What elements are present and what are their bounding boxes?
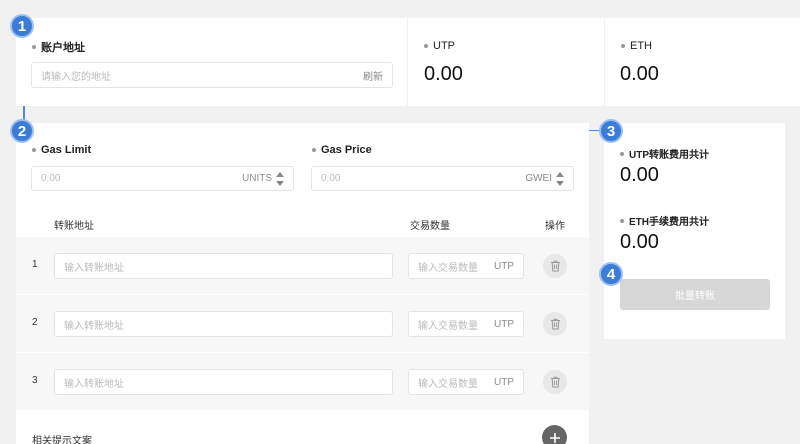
eth-balance-card: ETH 0.00 (605, 18, 800, 106)
transfer-address-input[interactable]: 输入转账地址 (54, 253, 393, 279)
batch-transfer-button[interactable]: 批量转账 (620, 279, 770, 310)
gas-price-label: Gas Price (312, 144, 372, 156)
step-marker-1: 1 (10, 14, 34, 38)
row-index: 1 (32, 259, 38, 270)
account-card: 账户地址 请输入您的地址 刷新 (16, 18, 407, 106)
trash-icon (550, 376, 560, 388)
amount-unit: UTP (494, 318, 514, 330)
utp-balance-value: 0.00 (424, 63, 463, 85)
step-marker-2: 2 (10, 119, 34, 143)
utp-fee-label: UTP转账费用共计 (620, 146, 709, 161)
transfer-form-card: Gas Limit 0.00 UNITS Gas Price 0.00 GWEI… (16, 123, 589, 444)
bullet-dot (621, 44, 625, 48)
delete-row-button[interactable] (543, 312, 567, 336)
delete-row-button[interactable] (543, 370, 567, 394)
column-amount: 交易数量 (410, 221, 450, 232)
row-index: 3 (32, 375, 38, 386)
bullet-dot (620, 151, 624, 156)
trash-icon (550, 260, 560, 272)
table-header: 转账地址 交易数量 操作 (16, 211, 589, 233)
gas-limit-input[interactable]: 0.00 UNITS (31, 166, 294, 191)
utp-balance-card: UTP 0.00 (408, 18, 604, 106)
stepper-icon[interactable] (556, 171, 564, 186)
utp-balance-label: UTP (424, 40, 455, 52)
bullet-dot (32, 148, 36, 152)
fees-summary-card: UTP转账费用共计 0.00 ETH手续费用共计 0.00 批量转账 (604, 123, 785, 339)
trash-icon (550, 318, 560, 330)
refresh-link[interactable]: 刷新 (363, 68, 383, 83)
add-row-button[interactable] (542, 425, 567, 444)
gas-limit-unit: UNITS (242, 173, 272, 184)
transfer-amount-input[interactable]: 输入交易数量 UTP (408, 253, 524, 279)
plus-icon (549, 432, 560, 443)
transfer-address-input[interactable]: 输入转账地址 (54, 369, 393, 395)
account-label: 账户地址 (32, 39, 85, 55)
eth-fee-value: 0.00 (620, 231, 659, 253)
gas-price-unit: GWEI (525, 173, 552, 184)
eth-fee-label: ETH手续费用共计 (620, 213, 709, 228)
eth-balance-label: ETH (621, 40, 652, 52)
table-row: 1 输入转账地址 输入交易数量 UTP (16, 236, 589, 294)
step-marker-4: 4 (599, 262, 623, 286)
account-address-placeholder: 请输入您的地址 (41, 71, 111, 83)
gas-limit-placeholder: 0.00 (41, 173, 61, 184)
table-row: 2 输入转账地址 输入交易数量 UTP (16, 294, 589, 352)
account-address-input[interactable]: 请输入您的地址 刷新 (31, 62, 393, 88)
gas-price-input[interactable]: 0.00 GWEI (311, 166, 574, 191)
bullet-dot (424, 44, 428, 48)
bullet-dot (620, 218, 624, 223)
utp-fee-value: 0.00 (620, 164, 659, 186)
gas-price-placeholder: 0.00 (321, 173, 341, 184)
row-index: 2 (32, 317, 38, 328)
amount-unit: UTP (494, 376, 514, 388)
bullet-dot (32, 45, 36, 49)
eth-balance-value: 0.00 (620, 63, 659, 85)
gas-limit-label: Gas Limit (32, 144, 91, 156)
transfer-amount-input[interactable]: 输入交易数量 UTP (408, 311, 524, 337)
bullet-dot (312, 148, 316, 152)
column-action: 操作 (545, 221, 565, 232)
transfer-address-input[interactable]: 输入转账地址 (54, 311, 393, 337)
step-marker-3: 3 (599, 119, 623, 143)
table-row: 3 输入转账地址 输入交易数量 UTP (16, 352, 589, 410)
transfer-amount-input[interactable]: 输入交易数量 UTP (408, 369, 524, 395)
amount-unit: UTP (494, 260, 514, 272)
column-address: 转账地址 (54, 221, 94, 232)
hint-text: 相关提示文案 (32, 436, 92, 444)
stepper-icon[interactable] (276, 171, 284, 186)
delete-row-button[interactable] (543, 254, 567, 278)
